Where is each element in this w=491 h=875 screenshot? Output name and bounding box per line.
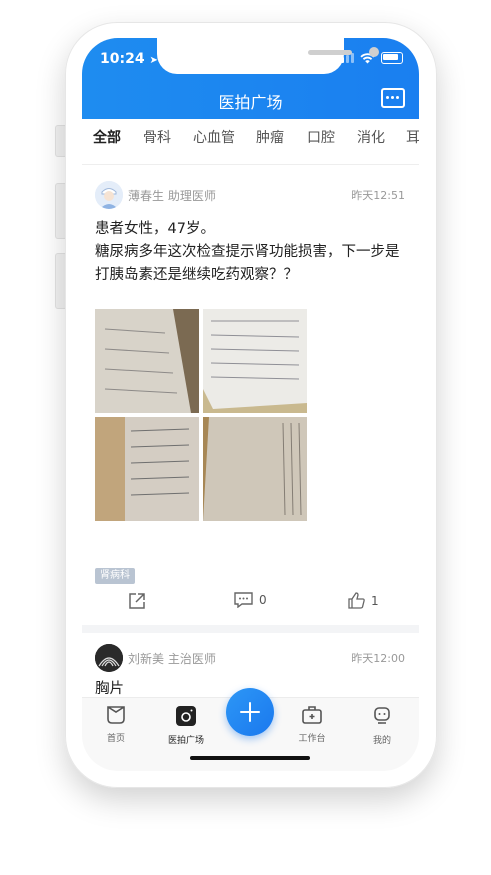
robot-icon <box>374 707 390 724</box>
tab-cardiovascular[interactable]: 心血管 <box>193 127 235 147</box>
post-time: 昨天12:00 <box>351 652 405 665</box>
tab-home[interactable]: 首页 <box>86 706 146 744</box>
tab-workbench[interactable]: 工作台 <box>282 706 342 744</box>
category-tabs: 全部 骨科 心血管 肿瘤 口腔 消化 耳 <box>82 119 419 168</box>
comment-button[interactable]: 0 <box>234 592 267 608</box>
like-icon <box>348 592 365 609</box>
tab-workbench-label: 工作台 <box>298 734 326 744</box>
tab-plaza[interactable]: 医拍广场 <box>156 706 216 746</box>
lab-report-image <box>95 417 199 521</box>
share-button[interactable] <box>128 592 146 610</box>
post-divider <box>82 625 419 633</box>
plus-icon[interactable] <box>226 688 274 736</box>
home-icon <box>107 706 125 724</box>
post-text-line: 糖尿病多年这次检查提示肾功能损害，下一步是 <box>95 244 400 260</box>
tab-digestive[interactable]: 消化 <box>357 127 385 147</box>
post-actions: 0 1 <box>82 586 419 616</box>
author-name: 刘新美 主治医师 <box>128 652 216 666</box>
page-title: 医拍广场 <box>218 93 283 112</box>
doctor-avatar-icon <box>95 644 123 672</box>
feed: 薄春生 助理医师 昨天12:51 患者女性，47岁。 糖尿病多年这次检查提示肾功… <box>82 165 419 697</box>
battery-icon <box>381 52 403 64</box>
post-image[interactable] <box>203 309 307 413</box>
front-camera <box>369 47 379 57</box>
tab-mine[interactable]: 我的 <box>352 706 412 746</box>
notch <box>157 38 379 74</box>
post-header: 刘新美 主治医师 昨天12:00 <box>95 644 405 674</box>
tab-home-label: 首页 <box>106 734 125 744</box>
tab-plaza-label: 医拍广场 <box>167 736 204 746</box>
briefcase-icon <box>302 706 322 724</box>
lab-report-image <box>95 309 199 413</box>
tab-ear[interactable]: 耳 <box>406 127 419 147</box>
tab-all[interactable]: 全部 <box>93 127 121 168</box>
home-indicator <box>190 756 310 760</box>
like-button[interactable]: 1 <box>348 592 379 609</box>
post-header: 薄春生 助理医师 昨天12:51 <box>95 181 405 211</box>
post-image[interactable] <box>95 309 199 413</box>
share-icon <box>129 593 145 609</box>
post-text: 患者女性，47岁。 糖尿病多年这次检查提示肾功能损害，下一步是 打胰岛素还是继续… <box>95 218 405 287</box>
camera-icon <box>176 706 196 726</box>
post-image[interactable] <box>95 417 199 521</box>
comment-count: 0 <box>259 593 267 607</box>
lab-report-image <box>203 309 307 413</box>
post-text-line: 患者女性，47岁。 <box>95 221 215 237</box>
message-icon[interactable] <box>381 88 405 108</box>
like-count: 1 <box>371 593 379 608</box>
avatar[interactable] <box>95 181 123 209</box>
post-image[interactable] <box>203 417 307 521</box>
author-name: 薄春生 助理医师 <box>128 189 216 203</box>
tab-oncology[interactable]: 肿瘤 <box>256 127 284 147</box>
app-screen: 10:24 ➤ 医拍广场 全部 骨科 心血管 肿瘤 口腔 消化 耳 薄春生 助理… <box>82 38 419 771</box>
speaker <box>308 50 352 55</box>
comment-icon <box>234 592 253 608</box>
tab-mine-label: 我的 <box>372 736 391 746</box>
department-tag[interactable]: 肾病科 <box>95 568 135 584</box>
post-time: 昨天12:51 <box>351 189 405 202</box>
avatar[interactable] <box>95 644 123 672</box>
nurse-avatar-icon <box>95 181 123 209</box>
tab-orthopedics[interactable]: 骨科 <box>143 127 171 147</box>
status-time: 10:24 ➤ <box>100 51 158 67</box>
tab-dental[interactable]: 口腔 <box>307 127 335 147</box>
lab-report-image <box>203 417 307 521</box>
post-text-line: 打胰岛素还是继续吃药观察？？ <box>95 267 298 283</box>
